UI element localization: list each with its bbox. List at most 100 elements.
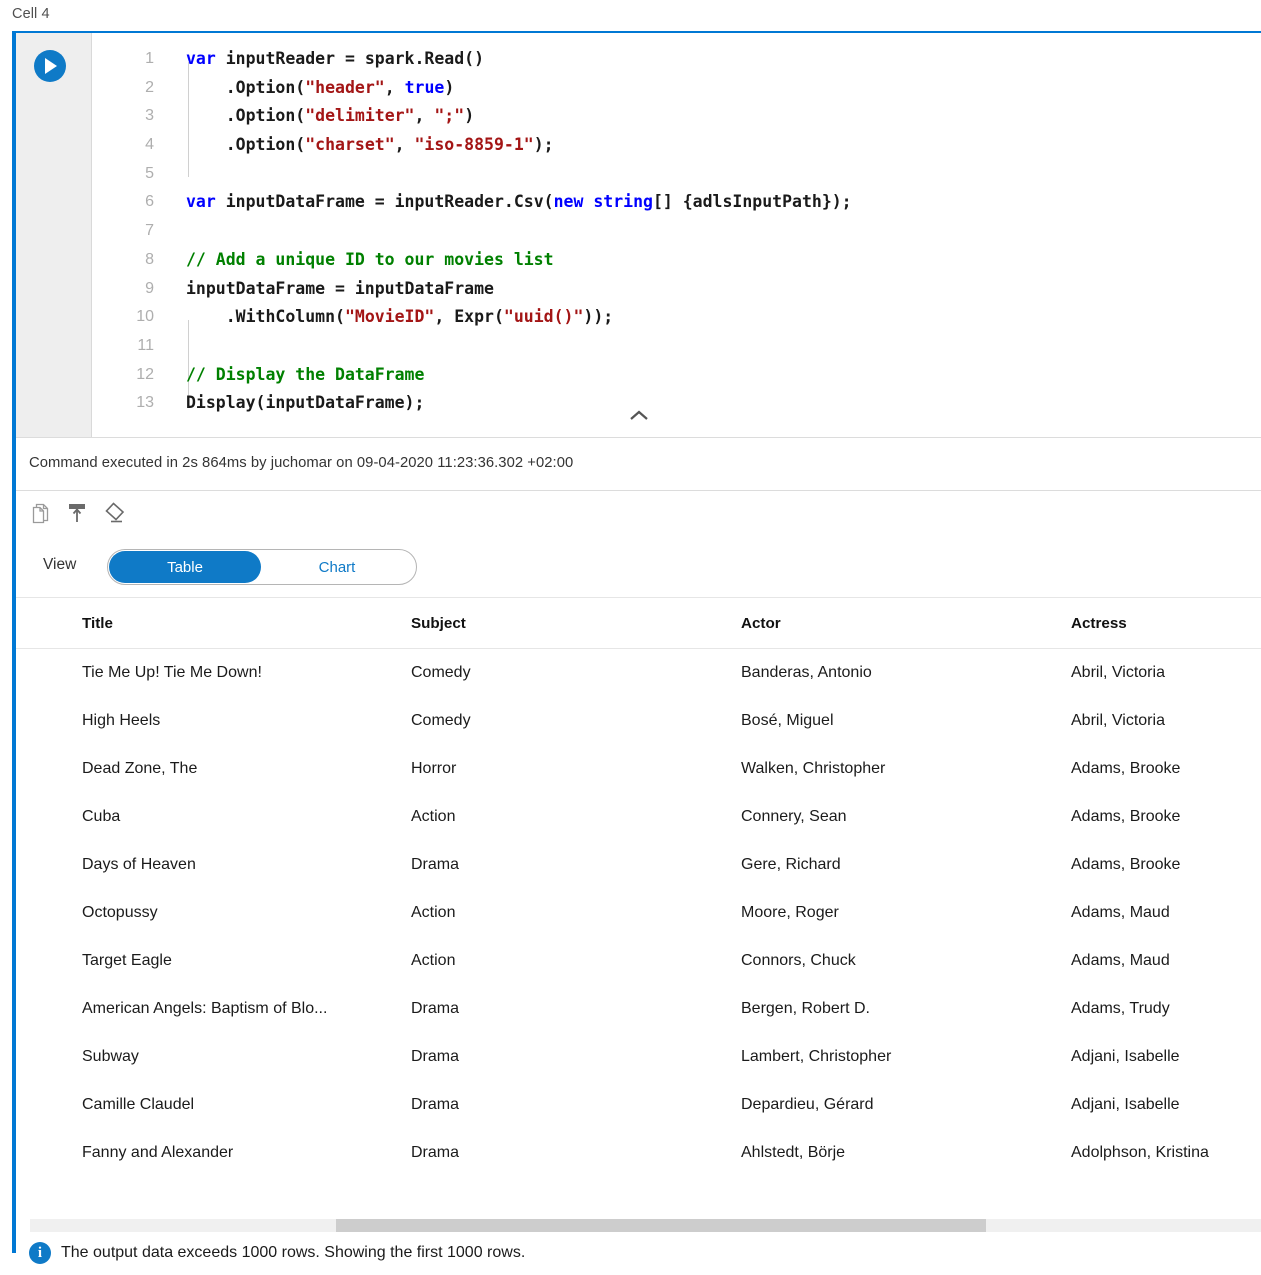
view-switch[interactable]: Table Chart: [107, 549, 417, 585]
table-row[interactable]: Subway Drama Lambert, Christopher Adjani, I…: [16, 1033, 1261, 1081]
table-cell: Adolphson, Kristina: [1071, 1144, 1209, 1161]
scrollbar-thumb[interactable]: [336, 1219, 986, 1232]
notebook-cell: 1 var inputReader = spark.Read() 2 .Option…: [12, 31, 1261, 1275]
run-gutter: [16, 33, 92, 437]
output-toolbar: [16, 492, 1261, 538]
table-row[interactable]: Target Eagle Action Connors, Chuck Adams, M…: [16, 937, 1261, 985]
table-body: Tie Me Up! Tie Me Down! Comedy Banderas, A…: [16, 649, 1261, 1177]
code-line: 6 var inputDataFrame = inputReader.Csv(ne…: [92, 188, 1261, 217]
table-cell: Subway: [82, 1048, 139, 1065]
table-cell: Moore, Roger: [741, 904, 839, 921]
table-cell: Bosé, Miguel: [741, 712, 834, 729]
code-text: // Display the DataFrame: [186, 364, 425, 384]
table-cell: Octopussy: [82, 904, 158, 921]
code-text: .WithColumn("MovieID", Expr("uuid()"));: [186, 307, 614, 327]
code-line: 1 var inputReader = spark.Read(): [92, 45, 1261, 74]
table-row[interactable]: American Angels: Baptism of Blo... Drama B…: [16, 985, 1261, 1033]
table-cell: Adams, Brooke: [1071, 760, 1181, 777]
table-cell: Comedy: [411, 712, 471, 729]
code-text: var inputReader = spark.Read(): [186, 49, 485, 68]
table-cell: Adjani, Isabelle: [1071, 1096, 1180, 1113]
table-cell: Camille Claudel: [82, 1096, 195, 1113]
table-cell: Drama: [411, 1144, 460, 1161]
column-header-title[interactable]: Title: [82, 599, 412, 648]
table-cell: Action: [411, 904, 456, 921]
table-cell: American Angels: Baptism of Blo...: [82, 1000, 328, 1017]
copy-icon[interactable]: [26, 498, 56, 528]
output-info-bar: i The output data exceeds 1000 rows. Sho…: [16, 1232, 1261, 1275]
code-editor-region: 1 var inputReader = spark.Read() 2 .Option…: [16, 33, 1261, 437]
table-cell: Adams, Maud: [1071, 952, 1170, 969]
code-line: 11: [92, 332, 1261, 361]
table-cell: High Heels: [82, 712, 161, 729]
table-cell: Drama: [411, 1000, 460, 1017]
line-number: 10: [136, 308, 154, 326]
table-row[interactable]: Tie Me Up! Tie Me Down! Comedy Banderas, A…: [16, 649, 1261, 697]
tab-table[interactable]: Table: [109, 551, 261, 583]
table-cell: Abril, Victoria: [1071, 664, 1165, 681]
pin-icon[interactable]: [62, 498, 92, 528]
table-cell: Fanny and Alexander: [82, 1144, 234, 1161]
code-line: 3 .Option("delimiter", ";"): [92, 102, 1261, 131]
code-text: var inputDataFrame = inputReader.Csv(new…: [186, 192, 852, 212]
table-row[interactable]: Fanny and Alexander Drama Ahlstedt, Börje A…: [16, 1129, 1261, 1177]
table-cell: Days of Heaven: [82, 856, 196, 873]
table-cell: Horror: [411, 760, 457, 777]
table-cell: Comedy: [411, 664, 471, 681]
code-line: 8 // Add a unique ID to our movies list: [92, 246, 1261, 275]
code-text: .Option("charset", "iso-8859-1");: [186, 135, 554, 155]
table-cell: Dead Zone, The: [82, 760, 198, 777]
table-row[interactable]: Cuba Action Connery, Sean Adams, Brooke: [16, 793, 1261, 841]
table-row[interactable]: Camille Claudel Drama Depardieu, Gérard Adj…: [16, 1081, 1261, 1129]
line-number: 6: [145, 193, 154, 211]
table-cell: Action: [411, 952, 456, 969]
code-lines: 1 var inputReader = spark.Read() 2 .Option…: [92, 45, 1261, 418]
code-text: inputDataFrame = inputDataFrame: [186, 278, 494, 298]
column-header-actor[interactable]: Actor: [741, 599, 1071, 648]
table-cell: Banderas, Antonio: [741, 664, 872, 681]
cell-label: Cell 4: [12, 6, 50, 22]
line-number: 5: [145, 164, 154, 182]
code-editor[interactable]: 1 var inputReader = spark.Read() 2 .Option…: [92, 33, 1261, 437]
line-number: 1: [145, 50, 154, 67]
line-number: 7: [145, 222, 154, 240]
line-number: 9: [145, 279, 154, 297]
result-table: Title Subject Actor Actress Tie Me Up! T…: [16, 599, 1261, 1219]
info-icon: i: [29, 1242, 51, 1264]
code-text: // Add a unique ID to our movies list: [186, 249, 554, 269]
column-header-actress[interactable]: Actress: [1071, 599, 1261, 648]
table-cell: Action: [411, 808, 456, 825]
table-cell: Adams, Maud: [1071, 904, 1170, 921]
code-line: 5: [92, 160, 1261, 189]
line-number: 3: [145, 107, 154, 125]
horizontal-scrollbar[interactable]: [30, 1219, 1261, 1232]
table-row[interactable]: Dead Zone, The Horror Walken, Christopher A…: [16, 745, 1261, 793]
view-switch-row: View Table Chart: [16, 538, 1261, 598]
column-header-subject[interactable]: Subject: [411, 599, 741, 648]
table-cell: Bergen, Robert D.: [741, 1000, 870, 1017]
chevron-up-icon[interactable]: [16, 409, 1261, 425]
play-icon[interactable]: [34, 50, 66, 82]
table-cell: Depardieu, Gérard: [741, 1096, 874, 1113]
tab-chart[interactable]: Chart: [264, 551, 410, 583]
code-text: .Option("delimiter", ";"): [186, 106, 475, 126]
table-cell: Connors, Chuck: [741, 952, 856, 969]
table-cell: Walken, Christopher: [741, 760, 886, 777]
line-number: 8: [145, 250, 154, 268]
line-number: 11: [137, 336, 154, 354]
table-row[interactable]: Octopussy Action Moore, Roger Adams, Maud: [16, 889, 1261, 937]
table-cell: Cuba: [82, 808, 121, 825]
table-cell: Target Eagle: [82, 952, 172, 969]
table-cell: Abril, Victoria: [1071, 712, 1165, 729]
table-row[interactable]: High Heels Comedy Bosé, Miguel Abril, Victo…: [16, 697, 1261, 745]
code-line: 4 .Option("charset", "iso-8859-1");: [92, 131, 1261, 160]
execution-status-text: Command executed in 2s 864ms by juchomar…: [29, 455, 574, 471]
line-number: 2: [145, 78, 154, 96]
view-label: View: [43, 556, 77, 573]
clear-icon[interactable]: [98, 498, 128, 528]
table-cell: Drama: [411, 1048, 460, 1065]
table-row[interactable]: Days of Heaven Drama Gere, Richard Adams, B…: [16, 841, 1261, 889]
code-line: 2 .Option("header", true): [92, 74, 1261, 103]
line-number: 12: [136, 365, 154, 383]
table-cell: Tie Me Up! Tie Me Down!: [82, 664, 262, 681]
